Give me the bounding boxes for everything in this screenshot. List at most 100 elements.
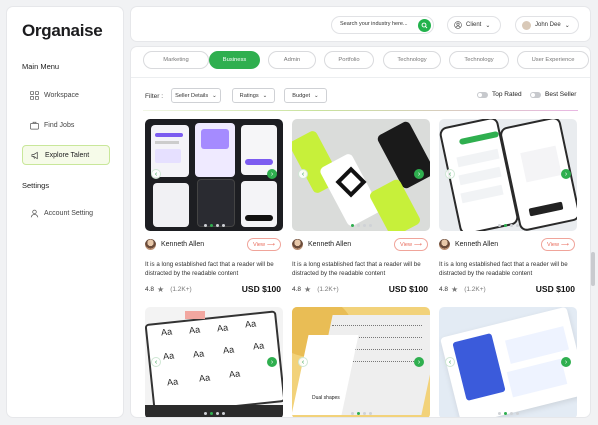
chevron-down-icon: ⌄ [212,92,217,99]
arrow-right-icon: ⟶ [561,241,570,248]
view-button[interactable]: View ⟶ [394,238,428,251]
top-rated-toggle[interactable]: Top Rated [477,91,522,98]
sidebar-item-workspace[interactable]: Workspace [22,85,110,105]
author-name: Kenneth Allen [308,241,352,248]
arrow-right-icon: ⟶ [267,241,276,248]
thumb-letters: Aa [228,368,241,380]
user-icon [30,209,39,217]
carousel-dots [145,224,283,227]
rating-count: (1.2K+) [464,286,486,293]
tab-portfolio[interactable]: Portfolio [324,51,374,69]
chevron-down-icon: ⌄ [485,22,491,29]
best-seller-toggle[interactable]: Best Seller [530,91,576,98]
carousel-dots [292,224,430,227]
client-dropdown[interactable]: Client ⌄ [447,16,501,34]
chevron-left-icon[interactable]: ‹ [151,169,161,179]
rating: 4.8 ★ (1.2K+) [145,285,192,294]
carousel-dots [145,412,283,415]
search-button[interactable] [418,19,431,32]
main-panel: Marketing Business Admin Portfolio Techn… [130,46,591,418]
rating-value: 4.8 [439,286,449,293]
arrow-right-icon: ⟶ [414,241,423,248]
author-name: Kenneth Allen [161,241,205,248]
person-circle-icon [454,21,462,29]
chevron-right-icon[interactable]: › [267,357,277,367]
sidebar-item-explore-talent[interactable]: Explore Talent [22,145,110,165]
card-thumbnail[interactable]: ‹ › [439,307,577,417]
chevron-right-icon[interactable]: › [561,357,571,367]
tab-business[interactable]: Business [209,51,260,69]
dropdown-label: Seller Details [175,92,209,99]
thumb-letters: Aa [166,376,179,388]
chevron-left-icon[interactable]: ‹ [151,357,161,367]
seller-details-dropdown[interactable]: Seller Details ⌄ [171,88,221,103]
avatar [522,20,531,30]
view-button[interactable]: View ⟶ [247,238,281,251]
price: USD $100 [388,284,428,294]
chevron-right-icon[interactable]: › [267,169,277,179]
dropdown-label: Ratings [239,92,259,99]
view-label: View [252,241,265,248]
rating-value: 4.8 [292,286,302,293]
card-description: It is a long established fact that a rea… [145,261,274,277]
user-menu[interactable]: John Dee ⌄ [515,16,579,34]
tab-technology[interactable]: Technology [383,51,441,69]
toggle-switch[interactable] [530,91,541,98]
card-thumbnail[interactable]: ‹ › [292,119,430,231]
chevron-right-icon[interactable]: › [414,357,424,367]
star-icon: ★ [304,285,312,294]
tab-marketing[interactable]: Marketing [143,51,209,69]
chevron-left-icon[interactable]: ‹ [445,357,455,367]
chevron-down-icon: ⌄ [262,92,268,99]
chevron-left-icon[interactable]: ‹ [445,169,455,179]
card-description: It is a long established fact that a rea… [439,261,568,277]
tab-admin[interactable]: Admin [268,51,316,69]
card-thumbnail[interactable]: ‹ › [145,119,283,231]
chevron-down-icon: ⌄ [314,92,319,99]
scrollbar[interactable] [591,252,595,286]
sidebar-item-label: Workspace [44,91,79,99]
rating-count: (1.2K+) [170,286,192,293]
divider [131,77,590,78]
rating: 4.8 ★ (1.2K+) [439,285,486,294]
card-thumbnail[interactable]: Aa Aa Aa Aa Aa Aa Aa Aa Aa Aa Aa ‹ › [145,307,283,417]
thumb-title: Dual shapes [312,395,340,401]
search-icon [421,22,428,29]
card-thumbnail[interactable]: ‹ › [439,119,577,231]
author-name: Kenneth Allen [455,241,499,248]
sidebar-item-label: Explore Talent [45,151,90,159]
rating: 4.8 ★ (1.2K+) [292,285,339,294]
star-icon: ★ [451,285,459,294]
avatar [292,239,303,250]
chevron-left-icon[interactable]: ‹ [298,169,308,179]
client-label: Client [466,22,482,28]
toggle-switch[interactable] [477,91,488,98]
filter-label: Filter : [145,93,164,100]
tab-user-experience[interactable]: User Experience [517,51,589,69]
chevron-left-icon[interactable]: ‹ [298,357,308,367]
chevron-right-icon[interactable]: › [561,169,571,179]
price: USD $100 [535,284,575,294]
ratings-dropdown[interactable]: Ratings ⌄ [232,88,275,103]
chevron-right-icon[interactable]: › [414,169,424,179]
avatar [145,239,156,250]
carousel-dots [439,224,577,227]
toggle-label: Top Rated [492,91,522,98]
thumb-letters: Aa [252,340,265,352]
briefcase-icon [30,121,39,129]
view-button[interactable]: View ⟶ [541,238,575,251]
rating-count: (1.2K+) [317,286,339,293]
search-input[interactable]: Search your industry here... [331,16,434,34]
sidebar-item-account-setting[interactable]: Account Setting [22,203,110,223]
view-label: View [399,241,412,248]
star-icon: ★ [157,285,165,294]
sidebar-item-find-jobs[interactable]: Find Jobs [22,115,110,135]
budget-dropdown[interactable]: Budget ⌄ [284,88,327,103]
settings-heading: Settings [22,181,50,190]
thumb-letters: Aa [160,326,173,338]
thumb-letters: Aa [188,324,201,336]
brand-logo: Organaise [22,21,103,40]
tab-technology-2[interactable]: Technology [449,51,509,69]
card-thumbnail[interactable]: Dual shapes ‹ › [292,307,430,417]
card-description: It is a long established fact that a rea… [292,261,421,277]
